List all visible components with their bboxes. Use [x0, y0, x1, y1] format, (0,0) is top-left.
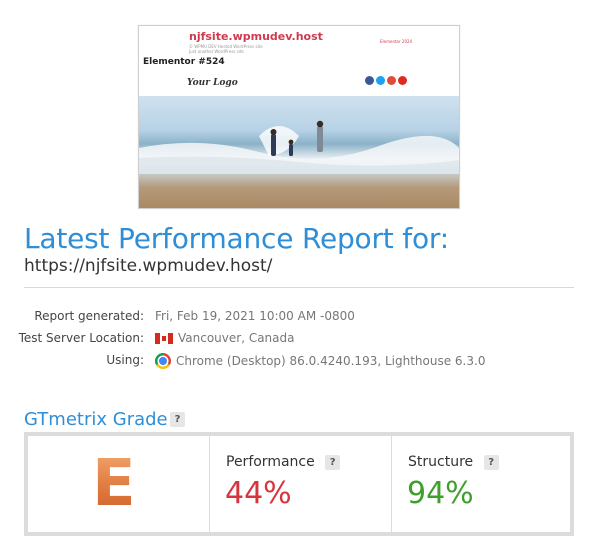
structure-score: 94%	[407, 476, 474, 511]
thumbnail-header-link: Elementor 2024	[380, 39, 413, 44]
structure-label: Structure	[408, 454, 474, 470]
structure-cell: Structure ? 94%	[392, 436, 570, 532]
grade-heading-text: GTmetrix Grade	[24, 409, 168, 430]
facebook-icon	[365, 76, 374, 85]
generated-text: Fri, Feb 19, 2021 10:00 AM -0800	[155, 309, 355, 323]
meta-row-using: Using: Chrome (Desktop) 86.0.4240.193, L…	[0, 353, 600, 371]
performance-help-button[interactable]: ?	[325, 454, 341, 470]
google-plus-icon	[387, 76, 396, 85]
chrome-icon	[155, 353, 171, 369]
grade-summary-box: E Performance ? 44% Structure ? 94%	[24, 432, 574, 536]
performance-label: Performance	[226, 454, 315, 470]
location-text: Vancouver, Canada	[178, 331, 295, 345]
thumbnail-site-title: njfsite.wpmudev.host	[189, 30, 323, 43]
performance-title: Performance ?	[226, 454, 341, 470]
twitter-icon	[376, 76, 385, 85]
grade-help-button[interactable]: ?	[170, 412, 185, 427]
performance-score: 44%	[225, 476, 292, 511]
site-screenshot-thumbnail: njfsite.wpmudev.host © WPMU DEV Hosted W…	[138, 25, 460, 209]
using-value: Chrome (Desktop) 86.0.4240.193, Lighthou…	[155, 353, 485, 369]
meta-row-location: Test Server Location: Vancouver, Canada	[0, 331, 600, 349]
location-value: Vancouver, Canada	[155, 331, 295, 345]
generated-label: Report generated:	[34, 309, 144, 323]
structure-help-button[interactable]: ?	[483, 454, 499, 470]
performance-cell: Performance ? 44%	[210, 436, 392, 532]
thumbnail-site-header: njfsite.wpmudev.host © WPMU DEV Hosted W…	[139, 26, 459, 96]
location-label: Test Server Location:	[18, 331, 144, 345]
youtube-icon	[398, 76, 407, 85]
using-label: Using:	[106, 353, 144, 367]
section-divider	[24, 287, 574, 288]
thumbnail-social-icons	[365, 76, 407, 85]
report-title: Latest Performance Report for:	[24, 222, 449, 255]
using-text: Chrome (Desktop) 86.0.4240.193, Lighthou…	[176, 354, 486, 368]
thumbnail-logo: Your Logo	[187, 78, 238, 88]
grade-letter: E	[92, 447, 136, 521]
structure-title: Structure ?	[408, 454, 499, 470]
thumbnail-page-title: Elementor #524	[143, 57, 225, 67]
report-url: https://njfsite.wpmudev.host/	[24, 256, 273, 276]
thumbnail-beach-photo	[139, 96, 459, 208]
grade-letter-cell: E	[28, 436, 210, 532]
thumbnail-site-tagline-2: Just another WordPress site	[189, 49, 244, 54]
generated-value: Fri, Feb 19, 2021 10:00 AM -0800	[155, 309, 355, 323]
gtmetrix-grade-heading: GTmetrix Grade ?	[24, 409, 185, 430]
canada-flag-icon	[155, 332, 173, 344]
meta-row-generated: Report generated: Fri, Feb 19, 2021 10:0…	[0, 309, 600, 327]
